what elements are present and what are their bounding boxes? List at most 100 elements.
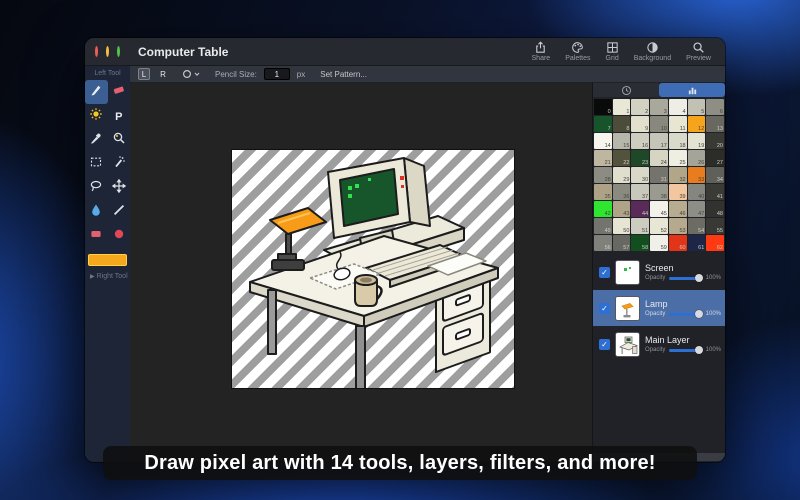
palette-swatch[interactable]: 49 [594, 218, 612, 234]
palette-swatch[interactable]: 48 [706, 201, 724, 217]
left-mouse-assign-button[interactable]: L [138, 68, 150, 80]
palette-swatch[interactable]: 24 [650, 150, 668, 166]
palette-swatch[interactable]: 31 [650, 167, 668, 183]
slider-knob[interactable] [694, 346, 703, 354]
drawing-canvas[interactable] [130, 83, 592, 461]
palette-swatch[interactable]: 59 [650, 235, 668, 251]
palette-swatch[interactable]: 20 [706, 133, 724, 149]
layer-visibility-checkbox[interactable]: ✓ [599, 302, 610, 314]
palette-swatch[interactable]: 35 [594, 184, 612, 200]
tool-magic-wand-button[interactable] [108, 152, 131, 176]
palette-swatch[interactable]: 50 [612, 218, 631, 234]
tool-rectangle-button[interactable] [85, 224, 108, 248]
palette-swatch[interactable]: 37 [631, 184, 650, 200]
layer-row-main-layer[interactable]: ✓ Main Layer Opacity 100% [593, 326, 725, 362]
tool-brightness-button[interactable] [85, 104, 108, 128]
tool-move-button[interactable] [108, 176, 131, 200]
palette-swatch[interactable]: 28 [594, 167, 612, 183]
tool-eraser-button[interactable] [108, 80, 131, 104]
layer-row-screen[interactable]: ✓ Screen Opacity 100% [593, 254, 725, 290]
palette-swatch[interactable]: 5 [687, 99, 706, 115]
palette-swatch[interactable]: 39 [668, 184, 687, 200]
palette-swatch[interactable]: 43 [612, 201, 631, 217]
palette-swatch[interactable]: 14 [594, 133, 612, 149]
slider-knob[interactable] [694, 310, 703, 318]
pixel-artwork[interactable] [231, 149, 515, 389]
layer-visibility-checkbox[interactable]: ✓ [599, 338, 610, 350]
right-mouse-assign-button[interactable]: R [157, 68, 169, 80]
layer-visibility-checkbox[interactable]: ✓ [599, 266, 610, 278]
palette-swatch[interactable]: 11 [668, 116, 687, 132]
palette-swatch[interactable]: 33 [687, 167, 706, 183]
palette-swatch[interactable]: 19 [687, 133, 706, 149]
palette-swatch[interactable]: 4 [668, 99, 687, 115]
tool-lasso-button[interactable] [85, 176, 108, 200]
tool-zoom-button[interactable] [108, 128, 131, 152]
palette-swatch[interactable]: 27 [706, 150, 724, 166]
tool-pencil-button[interactable] [85, 80, 108, 104]
toolbar-share-button[interactable]: Share [532, 41, 550, 62]
layer-row-lamp[interactable]: ✓ Lamp Opacity 100% [593, 290, 725, 326]
palette-swatch[interactable]: 42 [594, 201, 612, 217]
palette-swatch[interactable]: 30 [631, 167, 650, 183]
tool-fill-button[interactable] [85, 200, 108, 224]
palette-swatch[interactable]: 7 [594, 116, 612, 132]
palette-swatch[interactable]: 58 [631, 235, 650, 251]
palette-swatch[interactable]: 36 [612, 184, 631, 200]
palette-swatch[interactable]: 47 [687, 201, 706, 217]
toolbar-grid-button[interactable]: Grid [606, 41, 619, 62]
palette-swatch[interactable]: 38 [650, 184, 668, 200]
palette-swatch[interactable]: 52 [650, 218, 668, 234]
minimize-button[interactable] [106, 46, 109, 57]
pencil-size-input[interactable] [263, 68, 290, 80]
palette-swatch[interactable]: 40 [687, 184, 706, 200]
palette-swatch[interactable]: 41 [706, 184, 724, 200]
close-button[interactable] [95, 46, 98, 57]
palette-swatch[interactable]: 6 [706, 99, 724, 115]
palette-swatch[interactable]: 13 [706, 116, 724, 132]
palette-swatch[interactable]: 21 [594, 150, 612, 166]
tool-select-rect-button[interactable] [85, 152, 108, 176]
palette-swatch[interactable]: 18 [668, 133, 687, 149]
palette-swatch[interactable]: 60 [668, 235, 687, 251]
palette-swatch[interactable]: 51 [631, 218, 650, 234]
palette-swatch[interactable]: 45 [650, 201, 668, 217]
palette-swatch[interactable]: 23 [631, 150, 650, 166]
palette-swatch[interactable]: 1 [612, 99, 631, 115]
set-pattern-button[interactable]: Set Pattern... [320, 70, 367, 79]
palette-swatch[interactable]: 34 [706, 167, 724, 183]
toolbar-background-button[interactable]: Background [634, 41, 671, 62]
palette-swatch[interactable]: 44 [631, 201, 650, 217]
tool-ellipse-button[interactable] [108, 224, 131, 248]
palette-swatch[interactable]: 17 [650, 133, 668, 149]
palette-swatch[interactable]: 54 [687, 218, 706, 234]
palette-swatch[interactable]: 16 [631, 133, 650, 149]
palette-swatch[interactable]: 3 [650, 99, 668, 115]
palette-swatch[interactable]: 57 [612, 235, 631, 251]
palette-swatch[interactable]: 12 [687, 116, 706, 132]
toolbar-preview-button[interactable]: Preview [686, 41, 711, 62]
right-tool-section[interactable]: ▶ Right Tool [85, 266, 130, 280]
palette-swatch[interactable]: 0 [594, 99, 612, 115]
palette-swatch[interactable]: 46 [668, 201, 687, 217]
palette-swatch[interactable]: 9 [631, 116, 650, 132]
current-color-swatch[interactable] [88, 254, 127, 266]
palette-swatch[interactable]: 61 [687, 235, 706, 251]
opacity-slider[interactable] [669, 274, 703, 282]
palette-swatch[interactable]: 32 [668, 167, 687, 183]
tool-eyedropper-button[interactable] [85, 128, 108, 152]
palette-swatch[interactable]: 56 [594, 235, 612, 251]
palette-swatch[interactable]: 29 [612, 167, 631, 183]
palette-swatch[interactable]: 15 [612, 133, 631, 149]
palette-swatch[interactable]: 53 [668, 218, 687, 234]
palette-swatch[interactable]: 25 [668, 150, 687, 166]
brush-shape-picker[interactable] [182, 69, 200, 79]
tab-recent-colors[interactable] [593, 83, 659, 97]
tool-text-button[interactable]: P [108, 104, 131, 128]
palette-swatch[interactable]: 22 [612, 150, 631, 166]
palette-swatch[interactable]: 55 [706, 218, 724, 234]
palette-swatch[interactable]: 2 [631, 99, 650, 115]
palette-swatch[interactable]: 8 [612, 116, 631, 132]
zoom-window-button[interactable] [117, 46, 120, 57]
palette-swatch[interactable]: 62 [706, 235, 724, 251]
